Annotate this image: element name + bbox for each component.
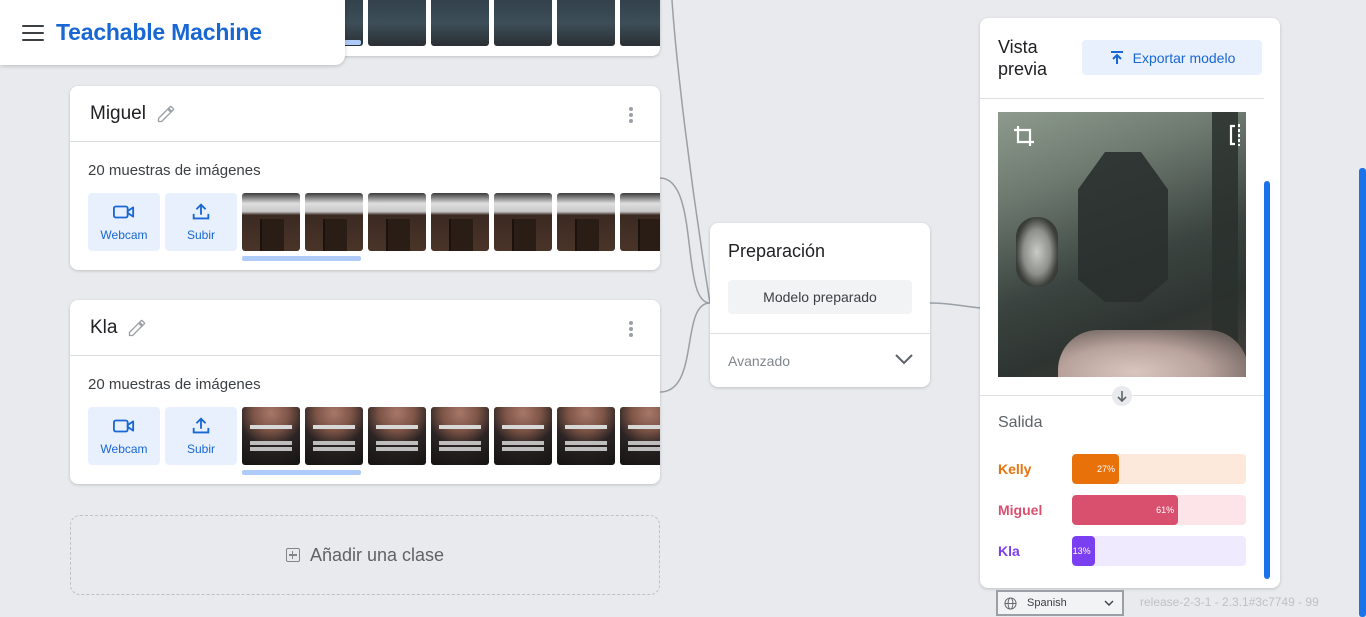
- release-version: release-2-3-1 - 2.3.1#3c7749 - 99: [1140, 595, 1319, 609]
- sample-thumbnail[interactable]: [557, 193, 615, 251]
- sample-thumbnail[interactable]: [431, 407, 489, 465]
- sample-thumbnail[interactable]: [305, 193, 363, 251]
- preview-panel: Vista previa Exportar modelo Salida Kell…: [980, 18, 1280, 588]
- sample-thumbnail[interactable]: [557, 0, 615, 46]
- output-bar-fill: 13%: [1072, 536, 1095, 566]
- webcam-feed: [998, 112, 1246, 377]
- pencil-icon[interactable]: [156, 104, 176, 124]
- sample-thumbnail[interactable]: [620, 407, 660, 465]
- sample-thumbnail[interactable]: [431, 193, 489, 251]
- class-card-header: Kla: [70, 300, 660, 356]
- add-box-icon: [285, 548, 300, 562]
- webcam-button[interactable]: Webcam: [88, 407, 160, 465]
- chevron-down-icon[interactable]: [894, 351, 914, 367]
- class-card-miguel: Miguel 20 muestras de imágenes Webcam Su…: [70, 86, 660, 270]
- sample-thumbnail[interactable]: [431, 0, 489, 46]
- more-options-icon[interactable]: [626, 321, 636, 337]
- flip-camera-icon[interactable]: [1228, 124, 1246, 146]
- chevron-down-icon: [1104, 600, 1114, 606]
- sample-thumbnail[interactable]: [620, 0, 660, 46]
- page-scrollbar[interactable]: [1359, 168, 1366, 617]
- sample-thumbnail[interactable]: [242, 407, 300, 465]
- more-options-icon[interactable]: [626, 107, 636, 123]
- sample-thumbnail[interactable]: [305, 407, 363, 465]
- output-bar-track: 27%: [1072, 454, 1246, 484]
- pencil-icon[interactable]: [127, 318, 147, 338]
- sample-thumbnails: [242, 407, 660, 465]
- menu-icon[interactable]: [22, 24, 44, 41]
- video-camera-icon: [113, 419, 135, 433]
- output-row-kla: Kla 13%: [998, 536, 1246, 566]
- sample-thumbnail[interactable]: [494, 0, 552, 46]
- output-label: Miguel: [998, 502, 1043, 518]
- sample-count: 20 muestras de imágenes: [88, 376, 261, 393]
- upload-icon: [192, 203, 210, 220]
- sample-thumbnails: [242, 193, 660, 251]
- output-percent: 61%: [1156, 505, 1175, 515]
- class-name[interactable]: Miguel: [90, 103, 146, 125]
- upload-icon: [192, 417, 210, 434]
- output-percent: 13%: [1072, 546, 1091, 556]
- output-bar-fill: 27%: [1072, 454, 1119, 484]
- sample-thumbnail[interactable]: [368, 407, 426, 465]
- sample-thumbnail[interactable]: [494, 193, 552, 251]
- arrow-down-icon[interactable]: [1112, 386, 1132, 406]
- upload-button[interactable]: Subir: [165, 193, 237, 251]
- output-bar-fill: 61%: [1072, 495, 1179, 525]
- language-value: Spanish: [1027, 597, 1067, 609]
- app-header: Teachable Machine: [0, 0, 345, 65]
- sample-thumbnail[interactable]: [368, 0, 426, 46]
- advanced-toggle-label[interactable]: Avanzado: [728, 353, 790, 369]
- output-label: Kelly: [998, 461, 1032, 477]
- class-card-kla: Kla 20 muestras de imágenes Webcam Subir: [70, 300, 660, 484]
- crop-icon[interactable]: [1012, 124, 1036, 148]
- upload-icon: [1110, 50, 1123, 64]
- output-bar-track: 13%: [1072, 536, 1246, 566]
- class-card-header: Miguel: [70, 86, 660, 142]
- divider: [980, 98, 1264, 99]
- output-percent: 27%: [1096, 464, 1115, 474]
- add-class-button[interactable]: Añadir una clase: [70, 515, 660, 595]
- sample-scroll-indicator[interactable]: [242, 256, 361, 261]
- sample-thumbnail[interactable]: [494, 407, 552, 465]
- training-card: Preparación Modelo preparado Avanzado: [710, 223, 930, 387]
- language-select[interactable]: Spanish: [996, 590, 1124, 616]
- upload-button[interactable]: Subir: [165, 407, 237, 465]
- training-title: Preparación: [728, 241, 826, 261]
- output-label: Kla: [998, 543, 1020, 559]
- output-row-miguel: Miguel 61%: [998, 495, 1246, 525]
- panel-scrollbar[interactable]: [1264, 181, 1270, 579]
- divider: [710, 333, 930, 334]
- class-name[interactable]: Kla: [90, 317, 117, 339]
- output-bar-track: 61%: [1072, 495, 1246, 525]
- sample-thumbnail[interactable]: [557, 407, 615, 465]
- preview-title: Vista previa: [998, 37, 1048, 79]
- sample-count: 20 muestras de imágenes: [88, 162, 261, 179]
- globe-icon: [1004, 596, 1017, 610]
- train-model-button[interactable]: Modelo preparado: [728, 280, 912, 314]
- output-row-kelly: Kelly 27%: [998, 454, 1246, 484]
- webcam-button[interactable]: Webcam: [88, 193, 160, 251]
- video-camera-icon: [113, 205, 135, 219]
- sample-scroll-indicator[interactable]: [242, 470, 361, 475]
- sample-thumbnail[interactable]: [242, 193, 300, 251]
- export-model-button[interactable]: Exportar modelo: [1082, 40, 1262, 75]
- sample-thumbnail[interactable]: [620, 193, 660, 251]
- output-title: Salida: [998, 414, 1043, 431]
- app-title[interactable]: Teachable Machine: [56, 19, 262, 46]
- sample-thumbnail[interactable]: [368, 193, 426, 251]
